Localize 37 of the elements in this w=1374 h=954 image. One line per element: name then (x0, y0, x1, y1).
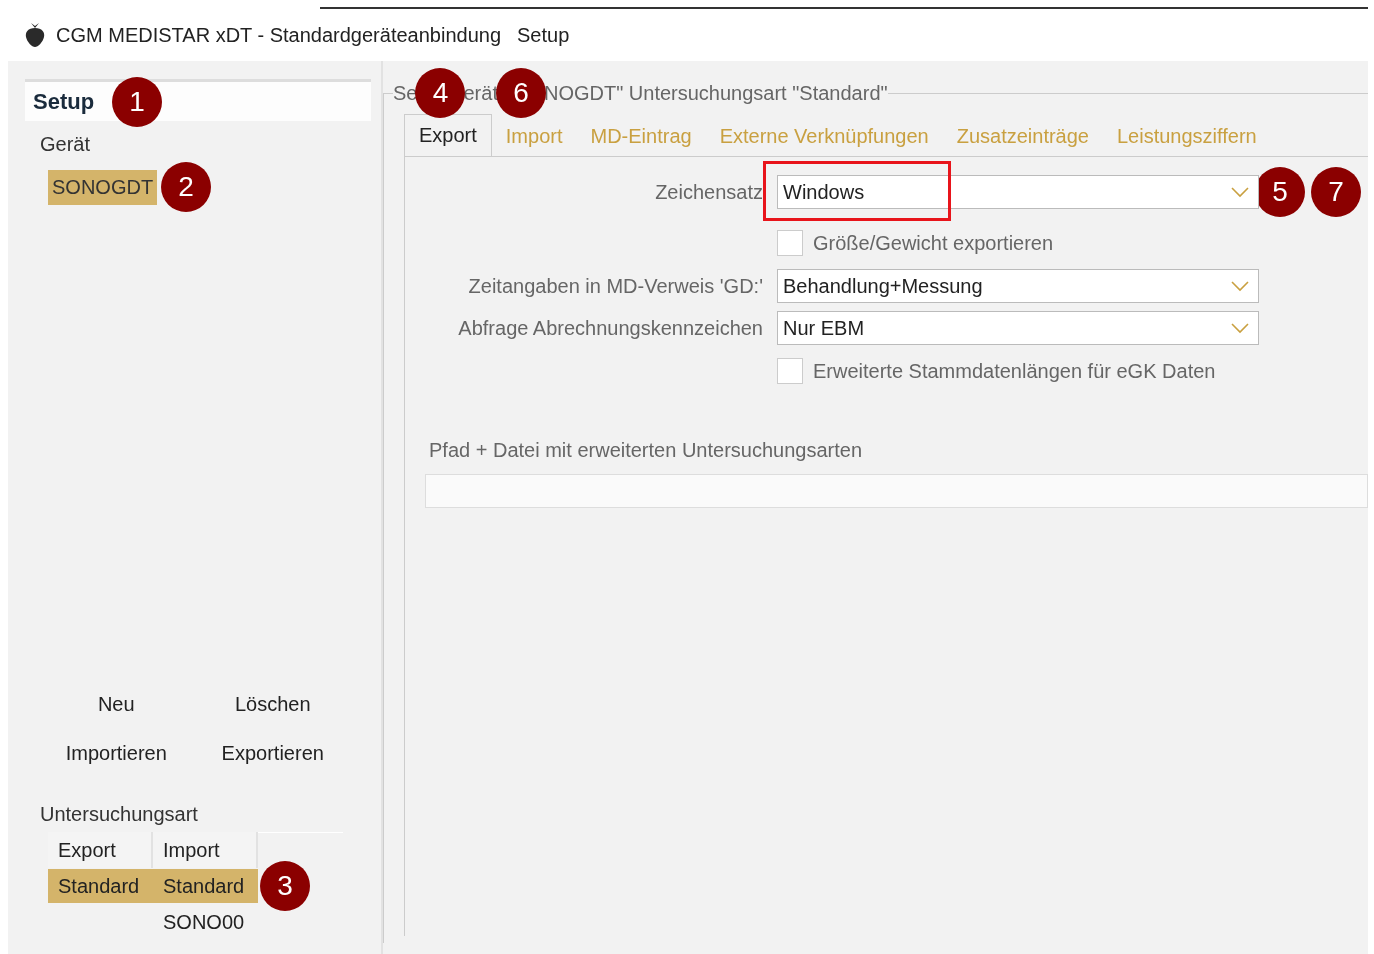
dropdown-field[interactable]: Nur EBM (777, 311, 1259, 345)
action-button[interactable]: Importieren (65, 742, 167, 765)
callout-marker: 3 (260, 861, 310, 911)
field-label: Abfrage Abrechnungskennzeichen (458, 316, 763, 340)
callout-marker: 4 (415, 68, 466, 118)
table-cell: Standard (163, 874, 245, 898)
callout-marker: 2 (161, 162, 212, 212)
action-button[interactable]: Neu (97, 693, 135, 716)
action-button[interactable]: Löschen (234, 693, 311, 716)
checkbox[interactable] (777, 230, 803, 256)
callout-marker: 1 (112, 76, 163, 127)
table-cell: SONO00 (163, 910, 245, 934)
field-label: Pfad + Datei mit erweiterten Untersuchungsarten (429, 439, 863, 462)
callout-marker: 7 (1311, 167, 1361, 217)
action-button[interactable]: Exportieren (221, 742, 324, 765)
path-input-field[interactable] (425, 474, 1368, 508)
fruit-icon (24, 22, 46, 48)
dropdown-field[interactable]: Behandlung+Messung (777, 269, 1259, 303)
checkbox[interactable] (777, 358, 803, 384)
device-item[interactable]: SONOGDT (48, 169, 158, 205)
chevron-down-icon (1230, 186, 1250, 198)
field-label: Zeitangaben in MD-Verweis 'GD:' (468, 274, 763, 298)
table-row[interactable]: SONO00 (48, 905, 258, 939)
group-label: Gerät (40, 133, 92, 156)
group-label: Untersuchungsart (40, 803, 199, 826)
checkbox-label: Größe/Gewicht exportieren (813, 231, 1054, 255)
table-cell: Standard (58, 874, 140, 898)
section-title: Setup (33, 88, 95, 115)
table-row[interactable]: Standard Standard (48, 869, 258, 903)
menu-item[interactable]: Setup (517, 23, 570, 47)
dropdown-field[interactable]: Windows (777, 175, 1259, 209)
tab[interactable]: Export (404, 114, 492, 156)
chevron-down-icon (1230, 280, 1250, 292)
checkbox-label: Erweiterte Stammdatenlängen für eGK Daten (813, 359, 1216, 383)
window-title: CGM MEDISTAR xDT - Standardgeräteanbindung (56, 23, 501, 47)
field-label: Zeichensatz (655, 180, 763, 204)
chevron-down-icon (1230, 322, 1250, 334)
